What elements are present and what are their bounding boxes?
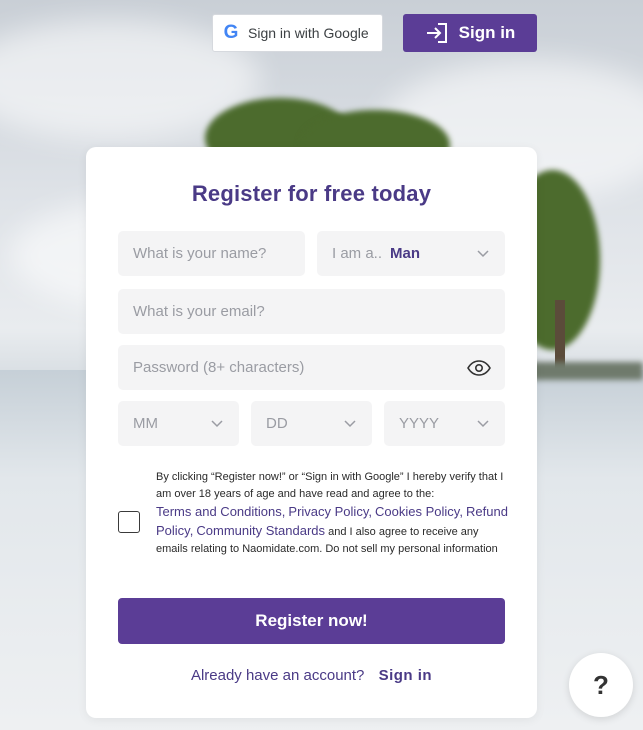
password-input[interactable]	[133, 359, 505, 376]
year-select[interactable]: YYYY	[384, 401, 505, 446]
consent-text: By clicking “Register now!” or “Sign in …	[156, 469, 508, 558]
google-g-icon: G	[223, 22, 239, 43]
register-button[interactable]: Register now!	[118, 598, 505, 644]
email-input[interactable]	[133, 303, 505, 320]
eye-icon[interactable]	[467, 359, 491, 376]
month-select[interactable]: MM	[118, 401, 239, 446]
password-field[interactable]	[118, 345, 505, 390]
cookies-link[interactable]: Cookies Policy,	[375, 504, 463, 519]
year-placeholder: YYYY	[399, 415, 440, 432]
day-placeholder: DD	[266, 415, 288, 432]
already-account: Already have an account? Sign in	[86, 667, 537, 684]
google-signin-button[interactable]: G Sign in with Google	[212, 14, 383, 52]
chevron-down-icon	[344, 419, 356, 427]
signin-button[interactable]: Sign in	[403, 14, 537, 52]
page-title: Register for free today	[191, 181, 432, 206]
consent-text-before: By clicking “Register now!” or “Sign in …	[156, 471, 504, 500]
terms-link[interactable]: Terms and Conditions,	[156, 504, 285, 519]
email-field[interactable]	[118, 289, 505, 334]
name-input[interactable]	[133, 245, 305, 262]
already-account-text: Already have an account?	[190, 667, 365, 684]
register-card: Register for free today I am a.. Man MM …	[86, 147, 537, 718]
signin-link[interactable]: Sign in	[379, 667, 433, 684]
name-field[interactable]	[118, 231, 305, 276]
gender-label: I am a..	[332, 245, 383, 262]
chevron-down-icon	[477, 249, 489, 257]
google-signin-label: Sign in with Google	[248, 25, 369, 41]
community-standards-link[interactable]: Community Standards	[196, 523, 325, 538]
chevron-down-icon	[211, 419, 223, 427]
consent-checkbox[interactable]	[118, 511, 140, 533]
privacy-link[interactable]: Privacy Policy,	[288, 504, 372, 519]
sign-in-arrow-icon	[426, 23, 447, 43]
top-bar: G Sign in with Google Sign in	[212, 14, 537, 52]
month-placeholder: MM	[133, 415, 158, 432]
gender-value: Man	[390, 245, 421, 262]
consent-block: By clicking “Register now!” or “Sign in …	[118, 469, 508, 558]
help-button[interactable]: ?	[569, 653, 633, 717]
signin-label: Sign in	[458, 23, 516, 42]
chevron-down-icon	[477, 419, 489, 427]
gender-select[interactable]: I am a.. Man	[317, 231, 505, 276]
day-select[interactable]: DD	[251, 401, 372, 446]
